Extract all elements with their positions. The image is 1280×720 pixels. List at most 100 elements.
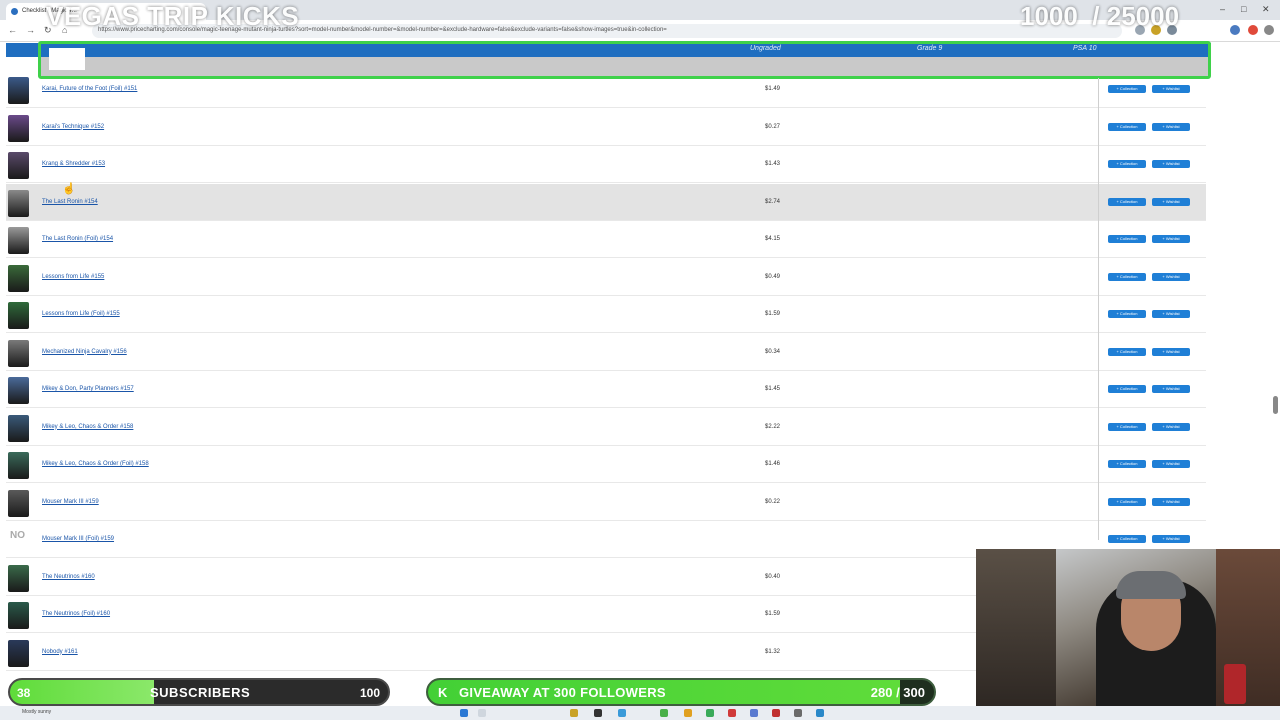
card-name-link[interactable]: The Last Ronin #154 xyxy=(42,199,98,205)
kebab-menu-icon[interactable] xyxy=(1264,25,1274,35)
card-thumbnail[interactable] xyxy=(8,302,29,329)
add-collection-button[interactable]: + Collection xyxy=(1108,497,1146,506)
scrollbar[interactable] xyxy=(1273,396,1278,414)
card-name-link[interactable]: Mikey & Don, Party Planners #157 xyxy=(42,386,134,392)
table-row: Mechanized Ninja Cavalry #156 $0.34 + Coll… xyxy=(6,334,1206,371)
weather-widget[interactable]: Mostly sunny xyxy=(22,709,51,715)
app-green2-icon[interactable] xyxy=(706,709,714,717)
app-icon[interactable] xyxy=(618,709,626,717)
chrome-settings-icon[interactable] xyxy=(1248,25,1258,35)
table-row: Mikey & Don, Party Planners #157 $1.45 + C… xyxy=(6,371,1206,408)
add-collection-button[interactable]: + Collection xyxy=(1108,347,1146,356)
add-collection-button[interactable]: + Collection xyxy=(1108,460,1146,468)
maximize-icon[interactable]: □ xyxy=(1241,4,1246,14)
card-thumbnail[interactable] xyxy=(8,489,29,517)
file-explorer-icon[interactable] xyxy=(570,709,578,717)
terminal-icon[interactable] xyxy=(594,709,602,717)
add-wishlist-button[interactable]: + Wishlist xyxy=(1152,235,1190,243)
card-name-link[interactable]: Mouser Mark III #159 xyxy=(42,499,99,505)
add-wishlist-button[interactable]: + Wishlist xyxy=(1152,422,1190,431)
card-thumbnail[interactable] xyxy=(8,639,29,667)
card-name-link[interactable]: The Neutrinos #160 xyxy=(42,574,95,580)
card-name-link[interactable]: The Last Ronin (Foil) #154 xyxy=(42,236,113,242)
table-row: Krang & Shredder #153 $1.43 + Collection + … xyxy=(6,146,1206,183)
ungraded-price: $1.59 xyxy=(765,311,781,317)
add-wishlist-button[interactable]: + Wishlist xyxy=(1152,347,1190,356)
card-name-link[interactable]: Nobody #161 xyxy=(42,649,78,655)
add-collection-button[interactable]: + Collection xyxy=(1108,422,1146,431)
card-name-link[interactable]: Mechanized Ninja Cavalry #156 xyxy=(42,349,127,355)
table-row: Lessons from Life #155 $0.49 + Collection +… xyxy=(6,259,1206,296)
add-wishlist-button[interactable]: + Wishlist xyxy=(1152,85,1190,93)
add-collection-button[interactable]: + Collection xyxy=(1108,197,1146,206)
ungraded-price: $2.74 xyxy=(765,198,781,205)
card-thumbnail[interactable] xyxy=(8,77,29,104)
card-name-link[interactable]: Mikey & Leo, Chaos & Order #158 xyxy=(42,424,133,430)
card-name-link[interactable]: Krang & Shredder #153 xyxy=(42,161,105,167)
add-wishlist-button[interactable]: + Wishlist xyxy=(1152,272,1190,281)
app-gray-icon[interactable] xyxy=(794,709,802,717)
webcam-cap xyxy=(1116,571,1186,599)
giveaway-label: GIVEAWAY AT 300 FOLLOWERS xyxy=(459,685,666,700)
card-thumbnail[interactable] xyxy=(8,264,29,292)
forward-icon[interactable]: → xyxy=(26,25,35,35)
ungraded-price: $1.32 xyxy=(765,648,781,655)
site-favicon-icon xyxy=(11,8,18,15)
add-collection-button[interactable]: + Collection xyxy=(1108,235,1146,243)
add-collection-button[interactable]: + Collection xyxy=(1108,85,1146,93)
ungraded-price: $0.34 xyxy=(765,348,781,355)
profile-avatar-icon[interactable] xyxy=(1230,25,1240,35)
add-wishlist-button[interactable]: + Wishlist xyxy=(1152,122,1190,131)
add-collection-button[interactable]: + Collection xyxy=(1108,160,1146,168)
search-icon[interactable] xyxy=(478,709,486,717)
card-thumbnail[interactable] xyxy=(8,339,29,367)
add-collection-button[interactable]: + Collection xyxy=(1108,385,1146,393)
card-thumbnail[interactable] xyxy=(8,114,29,142)
app-red-icon[interactable] xyxy=(728,709,736,717)
table-row: Lessons from Life (Foil) #155 $1.59 + Coll… xyxy=(6,296,1206,333)
card-thumbnail[interactable] xyxy=(8,152,29,179)
minimize-icon[interactable]: – xyxy=(1220,4,1225,14)
start-icon[interactable] xyxy=(460,709,468,717)
subscriber-goal-bar: 38 SUBSCRIBERS 100 xyxy=(8,678,390,706)
add-wishlist-button[interactable]: + Wishlist xyxy=(1152,460,1190,468)
add-wishlist-button[interactable]: + Wishlist xyxy=(1152,310,1190,318)
add-wishlist-button[interactable]: + Wishlist xyxy=(1152,497,1190,506)
webcam-can xyxy=(1224,664,1246,704)
card-name-link[interactable]: Lessons from Life (Foil) #155 xyxy=(42,311,120,317)
card-thumbnail[interactable] xyxy=(8,227,29,254)
add-wishlist-button[interactable]: + Wishlist xyxy=(1152,385,1190,393)
card-thumbnail[interactable] xyxy=(8,414,29,442)
card-thumbnail[interactable] xyxy=(8,189,29,217)
card-thumbnail[interactable] xyxy=(8,602,29,629)
card-thumbnail[interactable] xyxy=(8,452,29,479)
add-collection-button[interactable]: + Collection xyxy=(1108,535,1146,543)
add-wishlist-button[interactable]: + Wishlist xyxy=(1152,197,1190,206)
no-image-placeholder: NO xyxy=(10,530,25,541)
app-blue2-icon[interactable] xyxy=(816,709,824,717)
table-row: The Last Ronin (Foil) #154 $4.15 + Collect… xyxy=(6,221,1206,258)
add-collection-button[interactable]: + Collection xyxy=(1108,122,1146,131)
hand-cursor-icon: ☝ xyxy=(62,183,76,195)
stream-goal-count: 1000 / 25000 xyxy=(1020,1,1180,31)
card-thumbnail[interactable] xyxy=(8,377,29,404)
app-blue-icon[interactable] xyxy=(750,709,758,717)
app-green-icon[interactable] xyxy=(660,709,668,717)
card-name-link[interactable]: Karai, Future of the Foot (Foil) #151 xyxy=(42,86,137,92)
add-wishlist-button[interactable]: + Wishlist xyxy=(1152,160,1190,168)
table-row: Mikey & Leo, Chaos & Order (Foil) #158 $1… xyxy=(6,446,1206,483)
back-icon[interactable]: ← xyxy=(8,25,17,35)
card-name-link[interactable]: Mikey & Leo, Chaos & Order (Foil) #158 xyxy=(42,461,149,467)
close-icon[interactable]: ✕ xyxy=(1262,4,1270,15)
webcam-feed xyxy=(976,549,1280,720)
card-name-link[interactable]: Lessons from Life #155 xyxy=(42,274,104,280)
card-thumbnail[interactable] xyxy=(8,564,29,592)
card-name-link[interactable]: Mouser Mark III (Foil) #159 xyxy=(42,536,114,542)
chrome-icon[interactable] xyxy=(684,709,692,717)
add-wishlist-button[interactable]: + Wishlist xyxy=(1152,535,1190,543)
record-icon[interactable] xyxy=(772,709,780,717)
add-collection-button[interactable]: + Collection xyxy=(1108,310,1146,318)
card-name-link[interactable]: Karai's Technique #152 xyxy=(42,124,104,130)
add-collection-button[interactable]: + Collection xyxy=(1108,272,1146,281)
card-name-link[interactable]: The Neutrinos (Foil) #160 xyxy=(42,611,110,617)
